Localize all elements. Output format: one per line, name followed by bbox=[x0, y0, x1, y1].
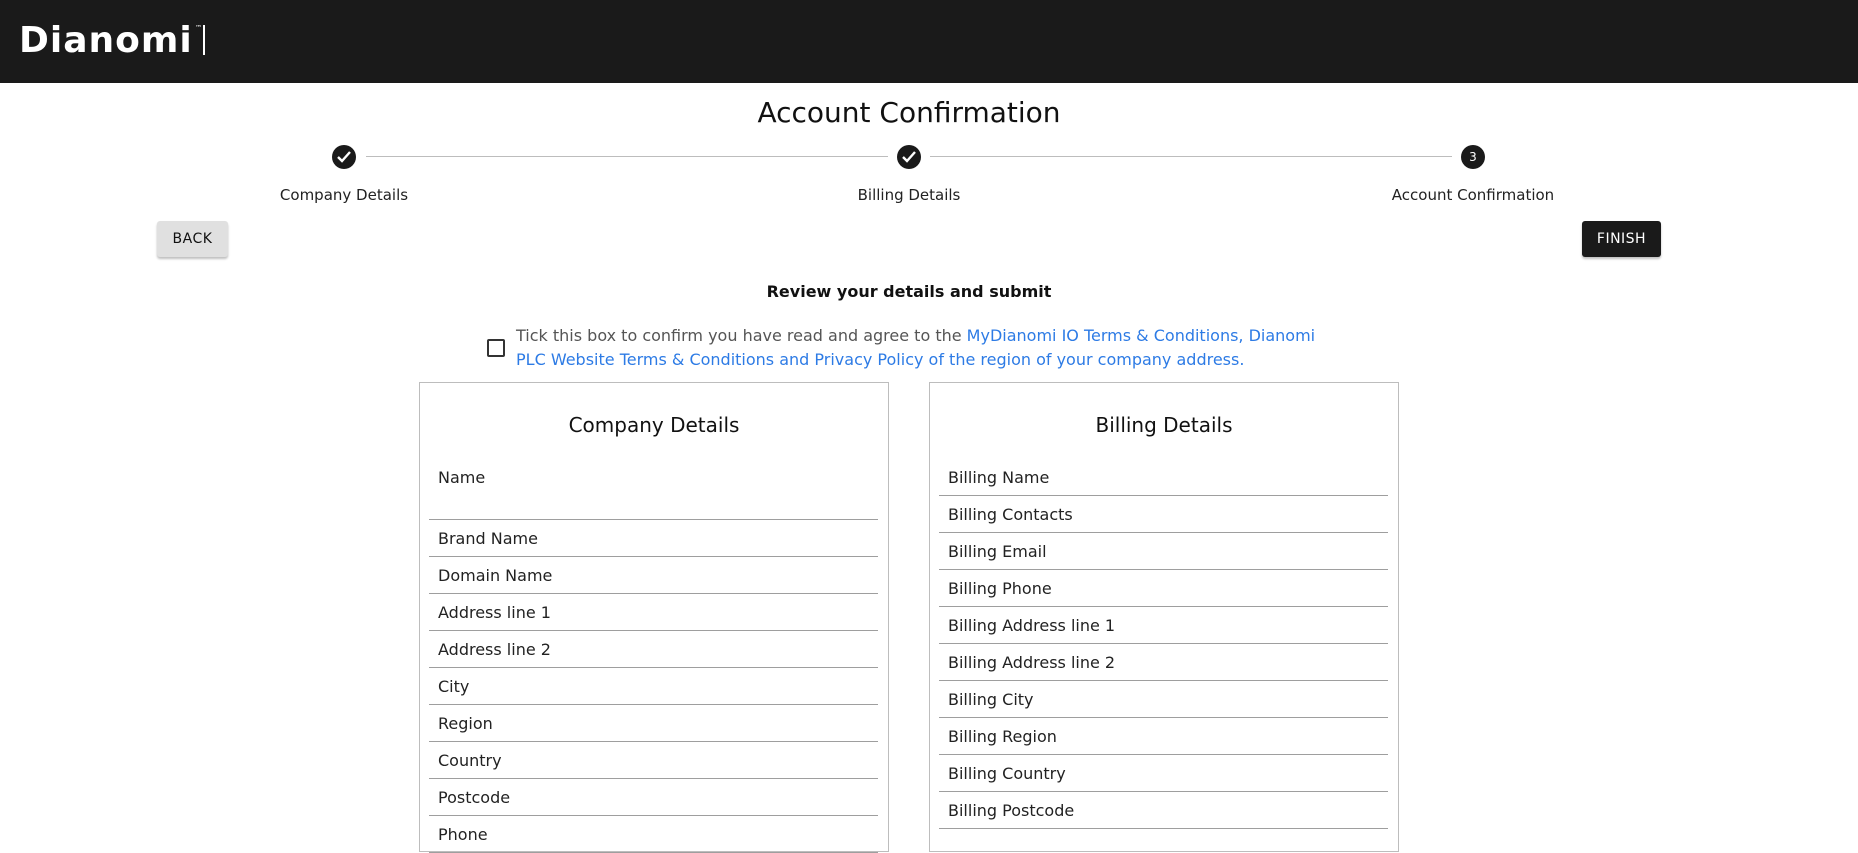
field-label: Billing Address line 2 bbox=[948, 653, 1116, 672]
field-row: Address line 2 bbox=[429, 631, 878, 668]
check-icon bbox=[337, 151, 351, 163]
field-row: Billing Address line 1 bbox=[939, 607, 1388, 644]
logo-divider bbox=[203, 25, 205, 55]
field-label: Billing Name bbox=[948, 468, 1050, 487]
terms-text: Tick this box to confirm you have read a… bbox=[516, 324, 1316, 372]
top-navigation-bar: Dianomi ™ bbox=[0, 0, 1858, 83]
field-row: Billing City bbox=[939, 681, 1388, 718]
dianomi-logo[interactable]: Dianomi bbox=[19, 22, 193, 60]
field-row: Region bbox=[429, 705, 878, 742]
field-label: Country bbox=[438, 751, 502, 770]
field-label: Billing Phone bbox=[948, 579, 1052, 598]
field-label: Billing Contacts bbox=[948, 505, 1073, 524]
field-row: Domain Name bbox=[429, 557, 878, 594]
terms-checkbox[interactable] bbox=[487, 339, 505, 357]
field-label: Billing City bbox=[948, 690, 1034, 709]
billing-details-card: Billing Details Billing Name Billing Con… bbox=[929, 382, 1399, 852]
field-row: Billing Region bbox=[939, 718, 1388, 755]
field-label: Phone bbox=[438, 825, 488, 844]
step-connector-2 bbox=[930, 156, 1452, 157]
back-button[interactable]: BACK bbox=[157, 221, 228, 257]
field-label: Region bbox=[438, 714, 493, 733]
step-1-complete-icon bbox=[332, 145, 356, 169]
field-row: Postcode bbox=[429, 779, 878, 816]
step-label-account-confirmation: Account Confirmation bbox=[1391, 186, 1555, 204]
field-row: Billing Email bbox=[939, 533, 1388, 570]
step-3-number: 3 bbox=[1461, 145, 1485, 169]
field-row: Phone bbox=[429, 816, 878, 853]
field-label: Domain Name bbox=[438, 566, 553, 585]
field-label: Billing Region bbox=[948, 727, 1057, 746]
billing-details-field-list: Billing Name Billing Contacts Billing Em… bbox=[939, 459, 1388, 829]
company-details-title: Company Details bbox=[568, 413, 740, 437]
field-label: Address line 2 bbox=[438, 640, 551, 659]
field-label: Billing Postcode bbox=[948, 801, 1075, 820]
field-label: Billing Country bbox=[948, 764, 1066, 783]
field-label: Billing Address line 1 bbox=[948, 616, 1116, 635]
field-row: Address line 1 bbox=[429, 594, 878, 631]
finish-button[interactable]: FINISH bbox=[1582, 221, 1661, 257]
field-row: City bbox=[429, 668, 878, 705]
field-row: Billing Postcode bbox=[939, 792, 1388, 829]
field-row: Billing Name bbox=[939, 459, 1388, 496]
field-row: Billing Contacts bbox=[939, 496, 1388, 533]
field-row: Name bbox=[429, 459, 878, 520]
field-label: Address line 1 bbox=[438, 603, 551, 622]
step-connector-1 bbox=[366, 156, 888, 157]
field-label: Postcode bbox=[438, 788, 511, 807]
check-icon bbox=[902, 151, 916, 163]
terms-prefix: Tick this box to confirm you have read a… bbox=[516, 326, 967, 345]
step-label-company-details: Company Details bbox=[279, 186, 409, 204]
field-label: City bbox=[438, 677, 470, 696]
field-row: Brand Name bbox=[429, 520, 878, 557]
step-2-complete-icon bbox=[897, 145, 921, 169]
step-label-billing-details: Billing Details bbox=[857, 186, 961, 204]
field-row: Billing Phone bbox=[939, 570, 1388, 607]
logo-trademark: ™ bbox=[195, 24, 202, 32]
company-details-card: Company Details Name Brand Name Domain N… bbox=[419, 382, 889, 853]
review-heading: Review your details and submit bbox=[766, 282, 1052, 301]
field-row: Country bbox=[429, 742, 878, 779]
field-label: Name bbox=[438, 468, 486, 487]
billing-details-title: Billing Details bbox=[1095, 413, 1233, 437]
field-label: Billing Email bbox=[948, 542, 1047, 561]
page-title: Account Confirmation bbox=[757, 96, 1061, 129]
field-row: Billing Country bbox=[939, 755, 1388, 792]
company-details-field-list: Name Brand Name Domain Name Address line… bbox=[429, 459, 878, 853]
field-label: Brand Name bbox=[438, 529, 538, 548]
field-row: Billing Address line 2 bbox=[939, 644, 1388, 681]
